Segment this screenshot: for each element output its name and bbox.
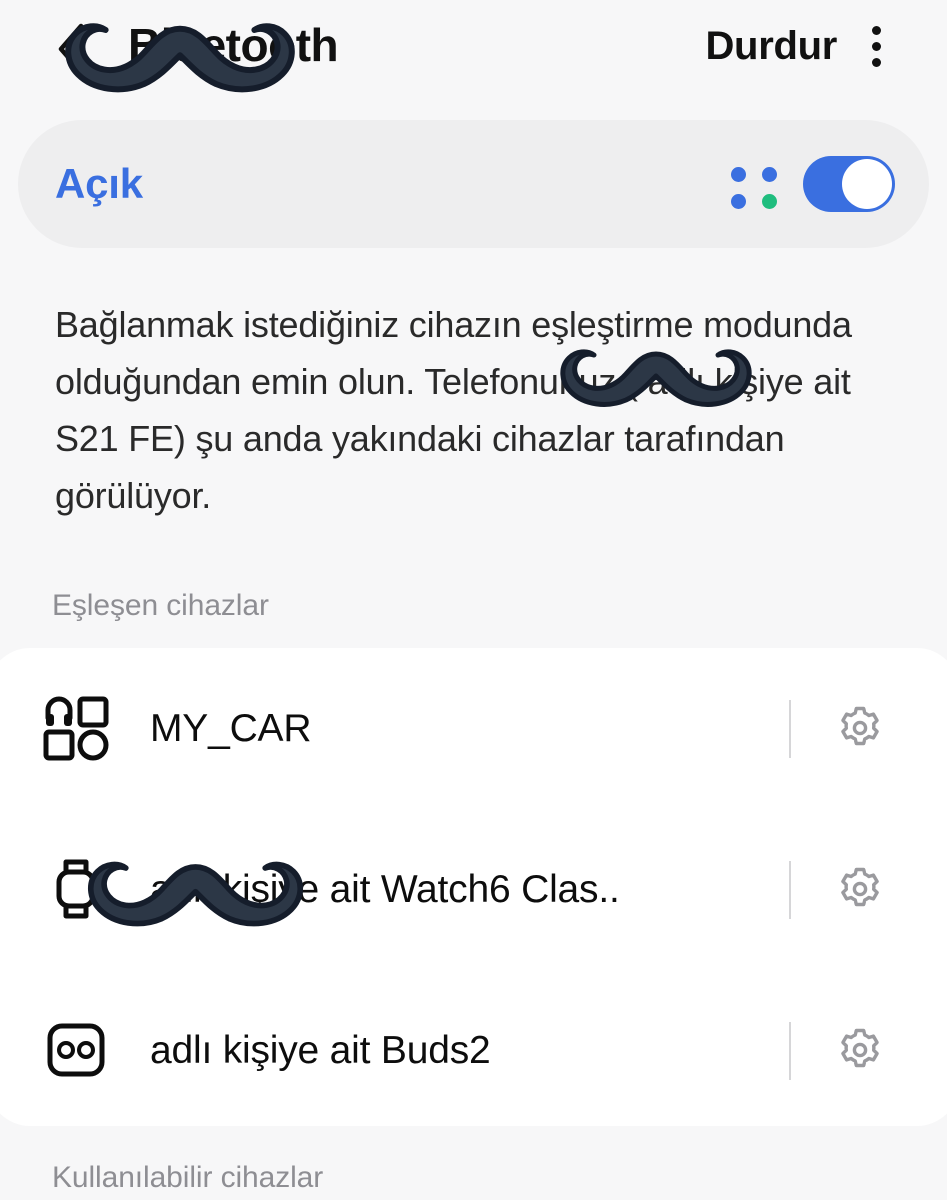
device-settings-button[interactable] (828, 857, 892, 921)
device-settings-button[interactable] (828, 696, 892, 760)
device-name: adlı kişiye ait Watch6 Clas.. (150, 868, 620, 911)
bluetooth-status-label: Açık (55, 160, 143, 207)
device-row[interactable]: adlı kişiye ait Buds2 (0, 970, 947, 1131)
scanning-dot-1 (731, 167, 746, 182)
more-vertical-icon-dot-2 (871, 41, 881, 51)
device-name: MY_CAR (150, 707, 312, 750)
generic-device-glyph (43, 696, 109, 761)
bluetooth-toggle-row[interactable]: Açık (18, 120, 929, 248)
generic-device-icon (42, 694, 110, 762)
page-title: Bluetooth (128, 19, 339, 71)
watch-glyph (56, 859, 96, 919)
stop-scan-button[interactable]: Durdur (705, 20, 837, 72)
gear-icon (841, 1028, 879, 1068)
device-row[interactable]: MY_CAR (0, 648, 947, 809)
more-options-button[interactable] (853, 20, 899, 72)
paired-devices-section-label: Eşleşen cihazlar (52, 589, 269, 622)
gear-icon (841, 706, 879, 746)
scanning-dots-icon (731, 167, 777, 209)
switch-knob (842, 159, 892, 209)
more-vertical-icon-dot-3 (871, 57, 881, 67)
scanning-dot-4 (762, 194, 777, 209)
chevron-left-icon (58, 23, 84, 75)
pairing-description: Bağlanmak istediğiniz cihazın eşleştirme… (55, 304, 852, 516)
buds-glyph (47, 1023, 105, 1077)
bluetooth-switch[interactable] (803, 156, 895, 212)
back-button[interactable] (48, 18, 94, 80)
watch-icon (42, 855, 110, 923)
device-name: adlı kişiye ait Buds2 (150, 1029, 491, 1072)
scanning-dot-2 (762, 167, 777, 182)
row-divider (789, 700, 791, 758)
available-devices-section-label: Kullanılabilir cihazlar (52, 1161, 324, 1194)
buds-icon (42, 1016, 110, 1084)
more-vertical-icon-dot-1 (871, 25, 881, 35)
row-divider (789, 861, 791, 919)
device-row[interactable]: adlı kişiye ait Watch6 Clas.. (0, 809, 947, 970)
scanning-dot-3 (731, 194, 746, 209)
gear-icon (841, 867, 879, 907)
app-header: Bluetooth Durdur (0, 0, 947, 100)
row-divider (789, 1022, 791, 1080)
device-settings-button[interactable] (828, 1018, 892, 1082)
paired-devices-card: MY_CAR adlı kişiye ait Watch6 Clas.. adl… (0, 648, 947, 1126)
